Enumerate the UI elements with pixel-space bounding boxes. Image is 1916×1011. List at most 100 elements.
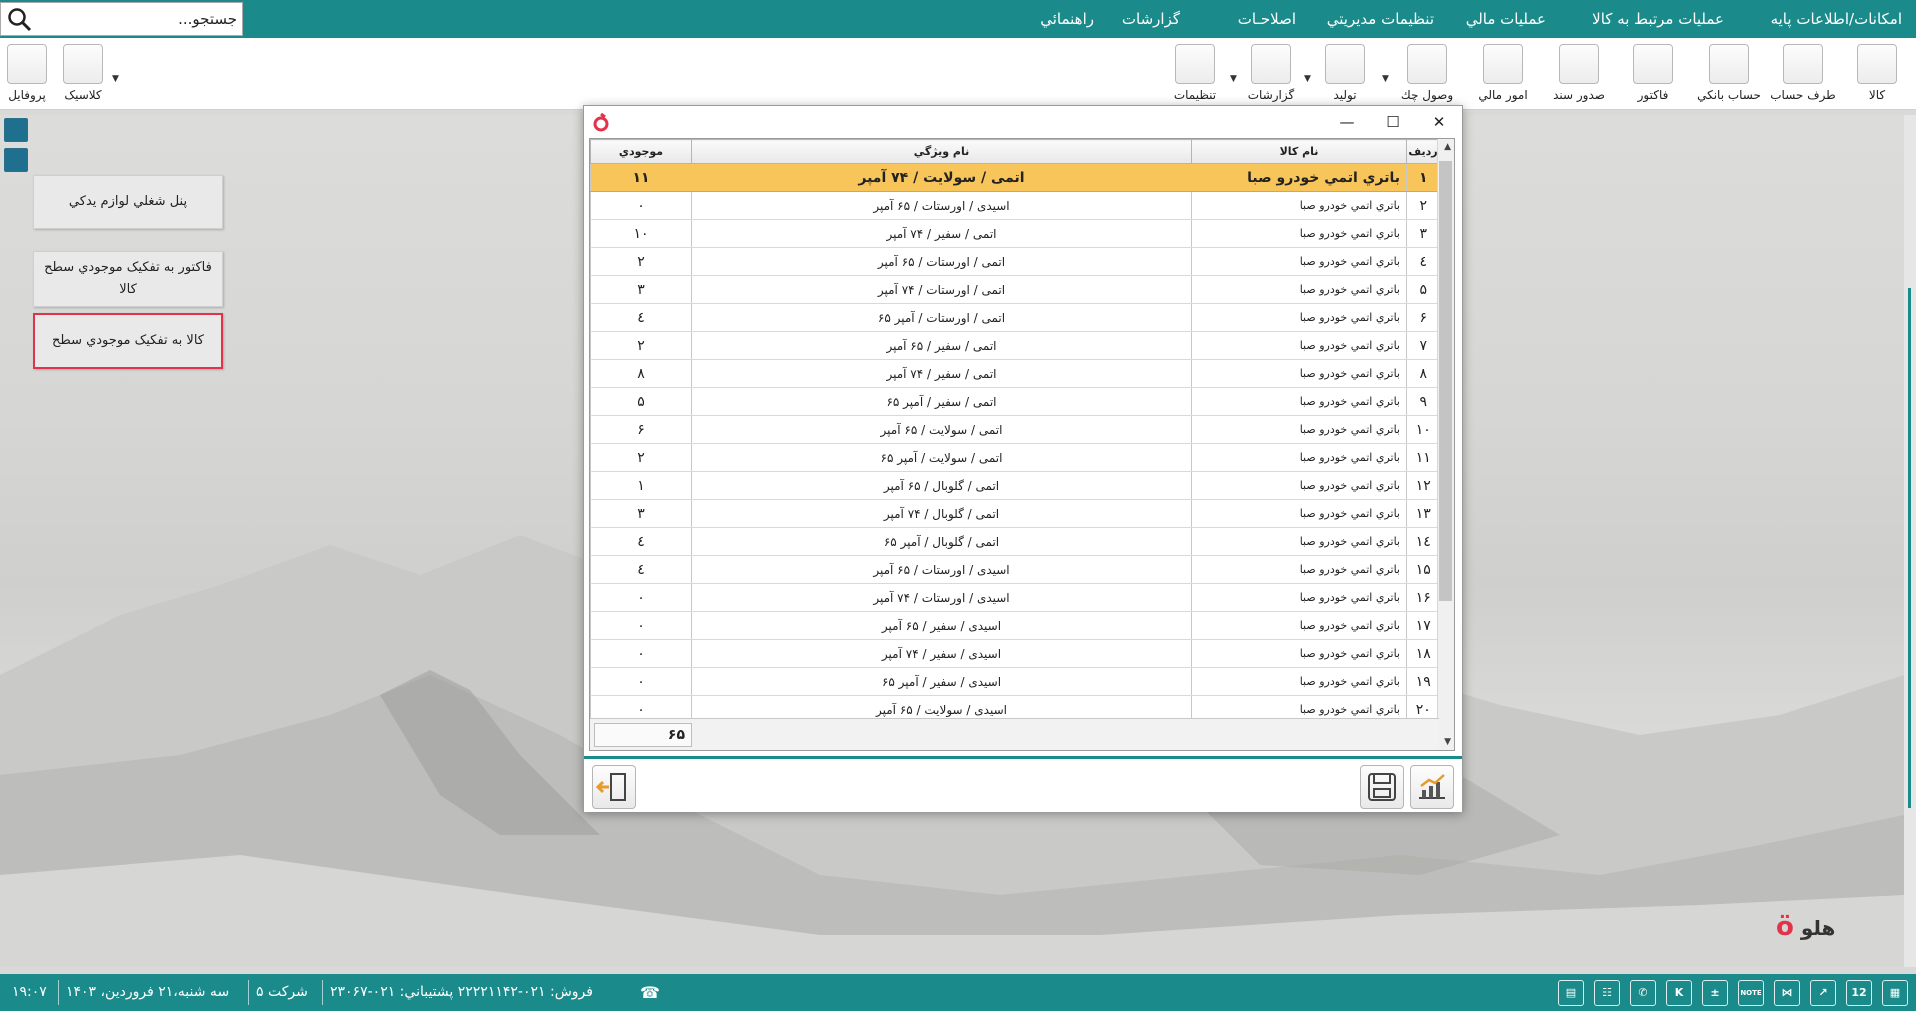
cell-stock[interactable]: ۰: [590, 611, 692, 640]
cell-property-name[interactable]: اتمی / گلوبال / ۶۵ آمپر: [691, 471, 1192, 500]
cell-row-number[interactable]: ۱٤: [1406, 527, 1440, 556]
cell-property-name[interactable]: اسیدی / سفیر / آمپر ۶۵: [691, 667, 1192, 696]
cell-goods-name[interactable]: باتري اتمي خودرو صبا: [1191, 555, 1407, 584]
menu-corrections[interactable]: اصلاحـات: [1238, 0, 1296, 38]
cell-goods-name[interactable]: باتري اتمي خودرو صبا: [1191, 611, 1407, 640]
column-header-stock[interactable]: موجودي: [590, 139, 692, 164]
search-input[interactable]: [37, 6, 237, 32]
cell-property-name[interactable]: اتمی / گلوبال / ۷۴ آمپر: [691, 499, 1192, 528]
cell-goods-name[interactable]: باتري اتمي خودرو صبا: [1191, 499, 1407, 528]
table-row[interactable]: ۱ باتري اتمي خودرو صبا اتمی / سولایت / ۷۴ …: [590, 163, 1440, 192]
cell-stock[interactable]: ۵: [590, 387, 692, 416]
cell-goods-name[interactable]: باتري اتمي خودرو صبا: [1191, 219, 1407, 248]
cell-row-number[interactable]: ۶: [1406, 303, 1440, 332]
cell-property-name[interactable]: اتمی / سولایت / ۷۴ آمپر: [691, 163, 1192, 192]
share-icon[interactable]: ⋈: [1774, 980, 1800, 1006]
cell-stock[interactable]: ٤: [590, 303, 692, 332]
cell-goods-name[interactable]: باتري اتمي خودرو صبا: [1191, 443, 1407, 472]
cell-property-name[interactable]: اتمی / سفیر / آمپر ۶۵: [691, 387, 1192, 416]
cell-property-name[interactable]: اتمی / گلوبال / آمپر ۶۵: [691, 527, 1192, 556]
grid-scrollbar-thumb[interactable]: [1439, 161, 1452, 601]
cell-goods-name[interactable]: باتري اتمي خودرو صبا: [1191, 247, 1407, 276]
cell-goods-name[interactable]: باتري اتمي خودرو صبا: [1191, 191, 1407, 220]
cell-goods-name[interactable]: باتري اتمي خودرو صبا: [1191, 639, 1407, 668]
cell-property-name[interactable]: اتمی / سولایت / آمپر ۶۵: [691, 443, 1192, 472]
cell-stock[interactable]: ۰: [590, 667, 692, 696]
toolbar-invoice-button[interactable]: فاکتور: [1618, 42, 1688, 108]
cell-row-number[interactable]: ۵: [1406, 275, 1440, 304]
table-row[interactable]: ٤ باتري اتمي خودرو صبا اتمی / اورستات / ۶۵…: [590, 247, 1440, 276]
toolbar-reports-button[interactable]: گزارشات: [1236, 42, 1306, 108]
table-row[interactable]: ۱۲ باتري اتمي خودرو صبا اتمی / گلوبال / ۶۵…: [590, 471, 1440, 500]
cell-row-number[interactable]: ۸: [1406, 359, 1440, 388]
toolbar-voucher-button[interactable]: صدور سند: [1544, 42, 1614, 108]
cell-property-name[interactable]: اسیدی / سفیر / ۶۵ آمپر: [691, 611, 1192, 640]
cell-row-number[interactable]: ۱۶: [1406, 583, 1440, 612]
cell-property-name[interactable]: اسیدی / اورستات / ۶۵ آمپر: [691, 555, 1192, 584]
cell-row-number[interactable]: ۱۳: [1406, 499, 1440, 528]
toolbar-goods-button[interactable]: کالا: [1842, 42, 1912, 108]
toolbar-production-button[interactable]: توليد: [1310, 42, 1380, 108]
cell-row-number[interactable]: ۱: [1406, 163, 1440, 192]
cell-row-number[interactable]: ۲: [1406, 191, 1440, 220]
toolbar-settings-button[interactable]: تنظيمات: [1160, 42, 1230, 108]
cell-goods-name[interactable]: باتري اتمي خودرو صبا: [1191, 415, 1407, 444]
table-row[interactable]: ۱۶ باتري اتمي خودرو صبا اسیدی / اورستات / …: [590, 583, 1440, 612]
cell-goods-name[interactable]: باتري اتمي خودرو صبا: [1191, 583, 1407, 612]
k-icon[interactable]: K: [1666, 980, 1692, 1006]
calendar-icon[interactable]: 12: [1846, 980, 1872, 1006]
cell-goods-name[interactable]: باتري اتمي خودرو صبا: [1191, 359, 1407, 388]
chart-button[interactable]: [1410, 765, 1454, 809]
save-button[interactable]: [1360, 765, 1404, 809]
cell-stock[interactable]: ۳: [590, 275, 692, 304]
cell-row-number[interactable]: ۷: [1406, 331, 1440, 360]
cell-stock[interactable]: ۲: [590, 331, 692, 360]
calculator-icon[interactable]: ±: [1702, 980, 1728, 1006]
cell-stock[interactable]: ۸: [590, 359, 692, 388]
cell-stock[interactable]: ٤: [590, 527, 692, 556]
cell-property-name[interactable]: اسیدی / سفیر / ۷۴ آمپر: [691, 639, 1192, 668]
cell-stock[interactable]: ۳: [590, 499, 692, 528]
toolbar-cheque-button[interactable]: وصول چك: [1392, 42, 1462, 108]
cell-goods-name[interactable]: باتري اتمي خودرو صبا: [1191, 163, 1407, 192]
panel-spare-parts-button[interactable]: پنل شغلي لوازم يدکي: [33, 175, 223, 229]
panel-invoice-by-stock-button[interactable]: فاکتور به تفکيک موجودي سطح کالا: [33, 251, 223, 307]
cell-stock[interactable]: ۰: [590, 583, 692, 612]
status-company[interactable]: شرکت ۵: [256, 974, 308, 1011]
cell-stock[interactable]: ۶: [590, 415, 692, 444]
cell-stock[interactable]: ۲: [590, 247, 692, 276]
table-row[interactable]: ۲ باتري اتمي خودرو صبا اسیدی / اورستات / ۶…: [590, 191, 1440, 220]
menu-financial-operations[interactable]: عمليات مالي: [1466, 0, 1546, 38]
cell-stock[interactable]: ۱: [590, 471, 692, 500]
cell-row-number[interactable]: ۱۸: [1406, 639, 1440, 668]
cell-stock[interactable]: ٤: [590, 555, 692, 584]
cell-property-name[interactable]: اسیدی / اورستات / ۶۵ آمپر: [691, 191, 1192, 220]
table-row[interactable]: ۱٤ باتري اتمي خودرو صبا اتمی / گلوبال / آم…: [590, 527, 1440, 556]
cell-property-name[interactable]: اتمی / سولایت / ۶۵ آمپر: [691, 415, 1192, 444]
menu-help[interactable]: راهنمائي: [1040, 0, 1094, 38]
toolbar-profile-button[interactable]: پروفايل: [0, 42, 62, 108]
toolbar-financial-button[interactable]: امور مالي: [1468, 42, 1538, 108]
table-row[interactable]: ۱۳ باتري اتمي خودرو صبا اتمی / گلوبال / ۷۴…: [590, 499, 1440, 528]
cell-property-name[interactable]: اتمی / اورستات / ۷۴ آمپر: [691, 275, 1192, 304]
cell-goods-name[interactable]: باتري اتمي خودرو صبا: [1191, 667, 1407, 696]
cell-goods-name[interactable]: باتري اتمي خودرو صبا: [1191, 471, 1407, 500]
exit-button[interactable]: [592, 765, 636, 809]
chevron-down-icon[interactable]: ▼: [112, 74, 119, 84]
cell-row-number[interactable]: ۱۹: [1406, 667, 1440, 696]
chevron-down-icon[interactable]: ▼: [1230, 74, 1237, 84]
phone-icon[interactable]: ✆: [1630, 980, 1656, 1006]
table-row[interactable]: ۷ باتري اتمي خودرو صبا اتمی / سفیر / ۶۵ آم…: [590, 331, 1440, 360]
cell-property-name[interactable]: اتمی / سفیر / ۶۵ آمپر: [691, 331, 1192, 360]
toolbar-bank-account-button[interactable]: حساب بانکي: [1694, 42, 1764, 108]
cell-row-number[interactable]: ۹: [1406, 387, 1440, 416]
cell-goods-name[interactable]: باتري اتمي خودرو صبا: [1191, 331, 1407, 360]
cell-property-name[interactable]: اتمی / اورستات / ۶۵ آمپر: [691, 247, 1192, 276]
printer-icon[interactable]: ▤: [1558, 980, 1584, 1006]
cell-stock[interactable]: ۰: [590, 639, 692, 668]
table-row[interactable]: ۱۱ باتري اتمي خودرو صبا اتمی / سولایت / آم…: [590, 443, 1440, 472]
scroll-down-icon[interactable]: ▼: [1444, 737, 1451, 747]
grid-scrollbar[interactable]: ▲ ▼: [1437, 139, 1454, 750]
cell-row-number[interactable]: ۱۲: [1406, 471, 1440, 500]
cell-goods-name[interactable]: باتري اتمي خودرو صبا: [1191, 303, 1407, 332]
